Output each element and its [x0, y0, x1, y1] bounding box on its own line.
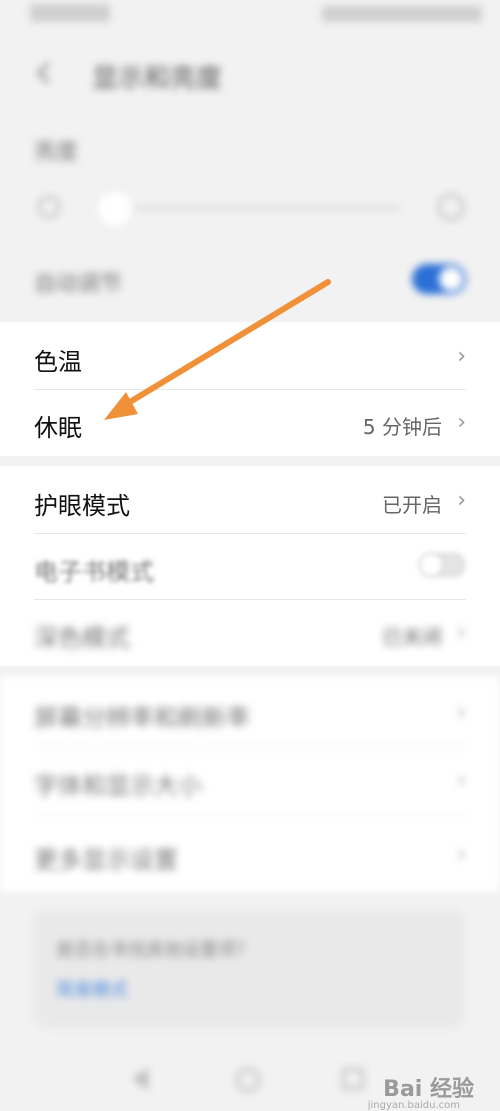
brightness-slider[interactable] — [0, 188, 500, 228]
suggestion-link[interactable]: 简易模式 — [56, 976, 128, 1002]
watermark-logo: Bai 经验 — [383, 1077, 474, 1102]
row-label: 色温 — [34, 348, 82, 376]
back-arrow-icon[interactable] — [32, 60, 58, 86]
nav-recents-icon[interactable] — [342, 1068, 364, 1090]
auto-adjust-toggle[interactable] — [412, 264, 466, 294]
row-dark-mode[interactable]: 深色模式 已关闭 › — [0, 600, 500, 666]
chevron-right-icon: › — [457, 842, 466, 867]
watermark-url: jingyan.baidu.com — [367, 1100, 460, 1111]
card-display-basic: 色温 › 休眠 5 分钟后 › — [0, 322, 500, 456]
row-label: 字体和显示大小 — [34, 772, 202, 800]
brightness-label: 亮度 — [34, 140, 79, 165]
divider — [34, 746, 466, 747]
row-eye-comfort[interactable]: 护眼模式 已开启 › — [0, 468, 500, 534]
row-ebook-mode[interactable]: 电子书模式 — [0, 534, 500, 600]
toggle-knob — [439, 267, 463, 291]
sun-large-icon — [438, 194, 464, 220]
nav-home-icon[interactable] — [236, 1068, 260, 1092]
row-value: 已开启 — [382, 493, 442, 517]
slider-thumb[interactable] — [96, 190, 134, 228]
chevron-right-icon: › — [457, 620, 466, 645]
row-label: 更多显示设置 — [34, 846, 178, 874]
card-eye-modes: 护眼模式 已开启 › 电子书模式 深色模式 已关闭 › — [0, 466, 500, 666]
ebook-mode-toggle[interactable] — [418, 552, 466, 578]
header: 显示和亮度 — [0, 44, 500, 104]
row-label: 深色模式 — [34, 624, 130, 652]
page-title: 显示和亮度 — [92, 64, 223, 94]
row-more-display[interactable]: 更多显示设置 › — [0, 822, 500, 888]
suggestion-text: 是否在寻找其他设置项？ — [56, 940, 254, 961]
row-label: 屏幕分辨率和刷新率 — [34, 704, 250, 732]
nav-back-icon[interactable] — [132, 1068, 148, 1090]
chevron-right-icon: › — [457, 768, 466, 793]
row-value: 5 分钟后 — [362, 415, 442, 439]
row-label: 电子书模式 — [34, 558, 154, 586]
auto-adjust-row[interactable]: 自动调节 — [0, 254, 500, 304]
sun-small-icon — [38, 196, 60, 218]
chevron-right-icon: › — [457, 410, 466, 435]
row-font-size[interactable]: 字体和显示大小 › — [0, 748, 500, 814]
status-time — [30, 4, 110, 22]
chevron-right-icon: › — [457, 488, 466, 513]
auto-adjust-label: 自动调节 — [34, 272, 123, 297]
row-resolution[interactable]: 屏幕分辨率和刷新率 › — [0, 680, 500, 746]
row-value: 已关闭 — [382, 625, 442, 649]
row-color-temperature[interactable]: 色温 › — [0, 324, 500, 390]
row-label: 休眠 — [34, 414, 82, 442]
status-icons — [322, 6, 482, 22]
chevron-right-icon: › — [457, 344, 466, 369]
card-more-settings: 屏幕分辨率和刷新率 › 字体和显示大小 › 更多显示设置 › — [0, 676, 500, 892]
row-sleep[interactable]: 休眠 5 分钟后 › — [0, 390, 500, 456]
status-bar — [0, 0, 500, 34]
slider-track[interactable] — [100, 206, 400, 210]
row-label: 护眼模式 — [34, 492, 130, 520]
toggle-knob — [421, 555, 441, 575]
divider — [34, 816, 466, 817]
chevron-right-icon: › — [457, 700, 466, 725]
suggestion-card: 是否在寻找其他设置项？ 简易模式 — [34, 910, 464, 1028]
